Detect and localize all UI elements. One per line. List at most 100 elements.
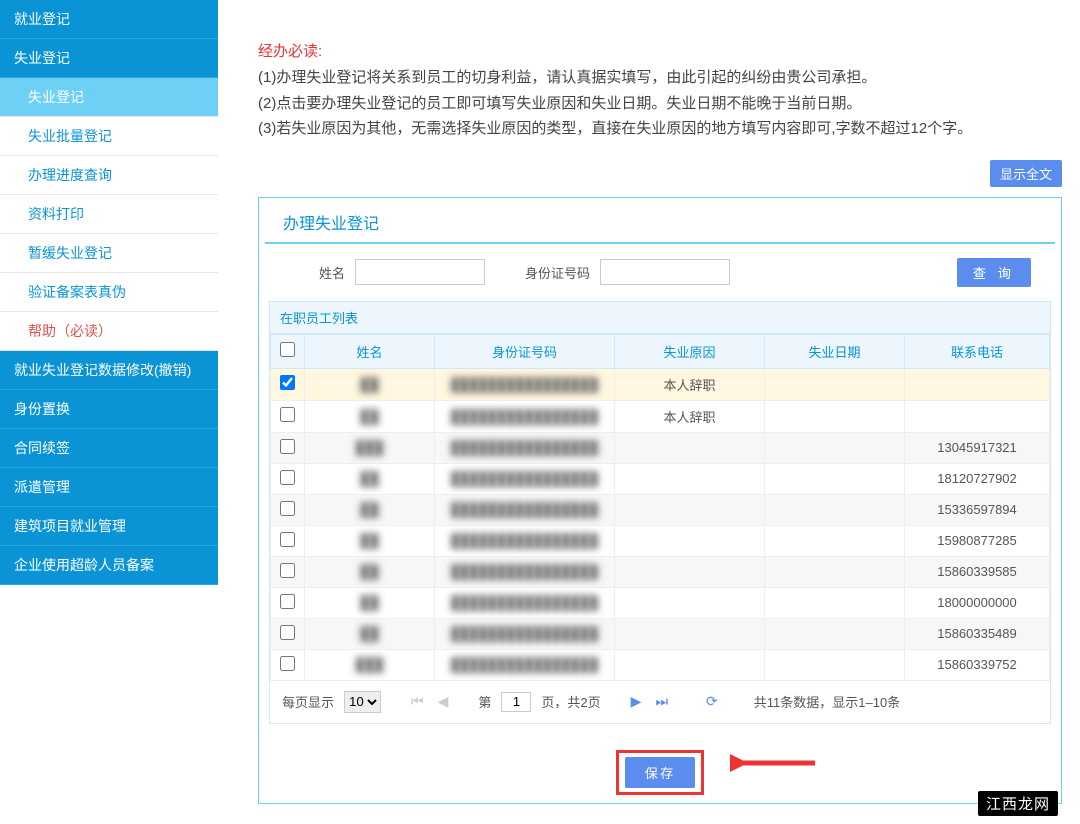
cell-phone: 15860339585	[905, 556, 1050, 587]
cell-phone: 15336597894	[905, 494, 1050, 525]
row-checkbox[interactable]	[280, 439, 295, 454]
cell-reason	[615, 649, 765, 680]
sidebar-item-2[interactable]: 失业登记	[0, 78, 218, 117]
cell-phone	[905, 368, 1050, 400]
col-phone: 联系电话	[905, 334, 1050, 368]
cell-phone: 15980877285	[905, 525, 1050, 556]
cell-id: ████████████████	[451, 533, 598, 548]
first-page-icon[interactable]: ⏮	[409, 693, 426, 710]
table-row[interactable]: ██████████████████18000000000	[271, 587, 1050, 618]
table-row[interactable]: ██████████████████18120727902	[271, 463, 1050, 494]
cell-id: ████████████████	[451, 595, 598, 610]
last-page-icon[interactable]: ⏭	[653, 693, 670, 710]
refresh-icon[interactable]: ⟳	[704, 693, 720, 710]
page-input[interactable]	[501, 692, 531, 712]
cell-name: ██	[360, 626, 378, 641]
sidebar-item-9[interactable]: 就业失业登记数据修改(撤销)	[0, 351, 218, 390]
row-checkbox[interactable]	[280, 470, 295, 485]
sidebar-item-10[interactable]: 身份置换	[0, 390, 218, 429]
sidebar: 就业登记失业登记失业登记失业批量登记办理进度查询资料打印暂缓失业登记验证备案表真…	[0, 0, 218, 824]
next-page-icon[interactable]: ▶	[629, 693, 644, 710]
prev-page-icon[interactable]: ◀	[436, 693, 451, 710]
table-row[interactable]: ██████████████████15336597894	[271, 494, 1050, 525]
sidebar-item-0[interactable]: 就业登记	[0, 0, 218, 39]
row-checkbox[interactable]	[280, 625, 295, 640]
row-checkbox[interactable]	[280, 375, 295, 390]
cell-reason	[615, 463, 765, 494]
sidebar-item-11[interactable]: 合同续签	[0, 429, 218, 468]
table-row[interactable]: ██████████████████本人辞职	[271, 368, 1050, 400]
select-all-checkbox[interactable]	[280, 342, 295, 357]
table-row[interactable]: ██████████████████15860335489	[271, 618, 1050, 649]
sidebar-item-1[interactable]: 失业登记	[0, 39, 218, 78]
name-input[interactable]	[355, 259, 485, 285]
cell-date	[765, 525, 905, 556]
row-checkbox[interactable]	[280, 656, 295, 671]
sidebar-item-8[interactable]: 帮助（必读）	[0, 312, 218, 351]
page-prefix: 第	[478, 692, 491, 711]
row-checkbox[interactable]	[280, 532, 295, 547]
notice-line-1: (1)办理失业登记将关系到员工的切身利益，请认真据实填写，由此引起的纠纷由贵公司…	[258, 65, 1062, 91]
cell-phone: 18120727902	[905, 463, 1050, 494]
cell-date	[765, 587, 905, 618]
table-row[interactable]: ███████████████████13045917321	[271, 432, 1050, 463]
col-reason: 失业原因	[615, 334, 765, 368]
cell-reason	[615, 525, 765, 556]
sidebar-item-14[interactable]: 企业使用超龄人员备案	[0, 546, 218, 585]
cell-phone	[905, 400, 1050, 432]
row-checkbox[interactable]	[280, 501, 295, 516]
id-label: 身份证号码	[525, 263, 590, 282]
cell-name: ██	[360, 471, 378, 486]
cell-reason: 本人辞职	[615, 368, 765, 400]
sidebar-item-4[interactable]: 办理进度查询	[0, 156, 218, 195]
sidebar-item-6[interactable]: 暂缓失业登记	[0, 234, 218, 273]
per-page-select[interactable]: 10	[344, 691, 381, 713]
show-full-button[interactable]: 显示全文	[990, 160, 1062, 187]
notice-line-3: (3)若失业原因为其他，无需选择失业原因的类型，直接在失业原因的地方填写内容即可…	[258, 116, 1062, 142]
notice-line-2: (2)点击要办理失业登记的员工即可填写失业原因和失业日期。失业日期不能晚于当前日…	[258, 91, 1062, 117]
panel-title: 办理失业登记	[265, 198, 1055, 244]
row-checkbox[interactable]	[280, 407, 295, 422]
cell-name: ██	[360, 502, 378, 517]
cell-name: ███	[356, 440, 384, 455]
employee-table: 姓名 身份证号码 失业原因 失业日期 联系电话 ████████████████…	[270, 334, 1050, 681]
table-row[interactable]: ██████████████████15860339585	[271, 556, 1050, 587]
sidebar-item-5[interactable]: 资料打印	[0, 195, 218, 234]
sidebar-item-3[interactable]: 失业批量登记	[0, 117, 218, 156]
sidebar-item-7[interactable]: 验证备案表真伪	[0, 273, 218, 312]
cell-reason: 本人辞职	[615, 400, 765, 432]
cell-reason	[615, 587, 765, 618]
cell-name: ██	[360, 564, 378, 579]
cell-phone: 15860339752	[905, 649, 1050, 680]
id-input[interactable]	[600, 259, 730, 285]
cell-date	[765, 556, 905, 587]
cell-name: ██	[360, 595, 378, 610]
cell-reason	[615, 556, 765, 587]
cell-date	[765, 400, 905, 432]
notice-title: 经办必读:	[258, 40, 1062, 61]
cell-id: ████████████████	[451, 409, 598, 424]
sidebar-item-12[interactable]: 派遣管理	[0, 468, 218, 507]
cell-date	[765, 463, 905, 494]
query-button[interactable]: 查 询	[957, 258, 1031, 287]
cell-date	[765, 368, 905, 400]
row-checkbox[interactable]	[280, 594, 295, 609]
arrow-icon	[730, 748, 820, 778]
cell-date	[765, 432, 905, 463]
cell-reason	[615, 494, 765, 525]
save-button[interactable]: 保存	[625, 757, 696, 788]
table-row[interactable]: ██████████████████15980877285	[271, 525, 1050, 556]
table-row[interactable]: ███████████████████15860339752	[271, 649, 1050, 680]
cell-id: ████████████████	[451, 657, 598, 672]
pager: 每页显示 10 ⏮ ◀ 第 页，共2页 ▶ ⏭ ⟳ 共11条数据，显示1–10条	[270, 681, 1050, 723]
table-row[interactable]: ██████████████████本人辞职	[271, 400, 1050, 432]
save-highlight: 保存	[616, 750, 705, 795]
cell-id: ████████████████	[451, 564, 598, 579]
cell-phone: 18000000000	[905, 587, 1050, 618]
row-checkbox[interactable]	[280, 563, 295, 578]
watermark: 江西龙网	[978, 791, 1058, 816]
cell-date	[765, 649, 905, 680]
cell-name: ███	[356, 657, 384, 672]
sidebar-item-13[interactable]: 建筑项目就业管理	[0, 507, 218, 546]
cell-phone: 13045917321	[905, 432, 1050, 463]
